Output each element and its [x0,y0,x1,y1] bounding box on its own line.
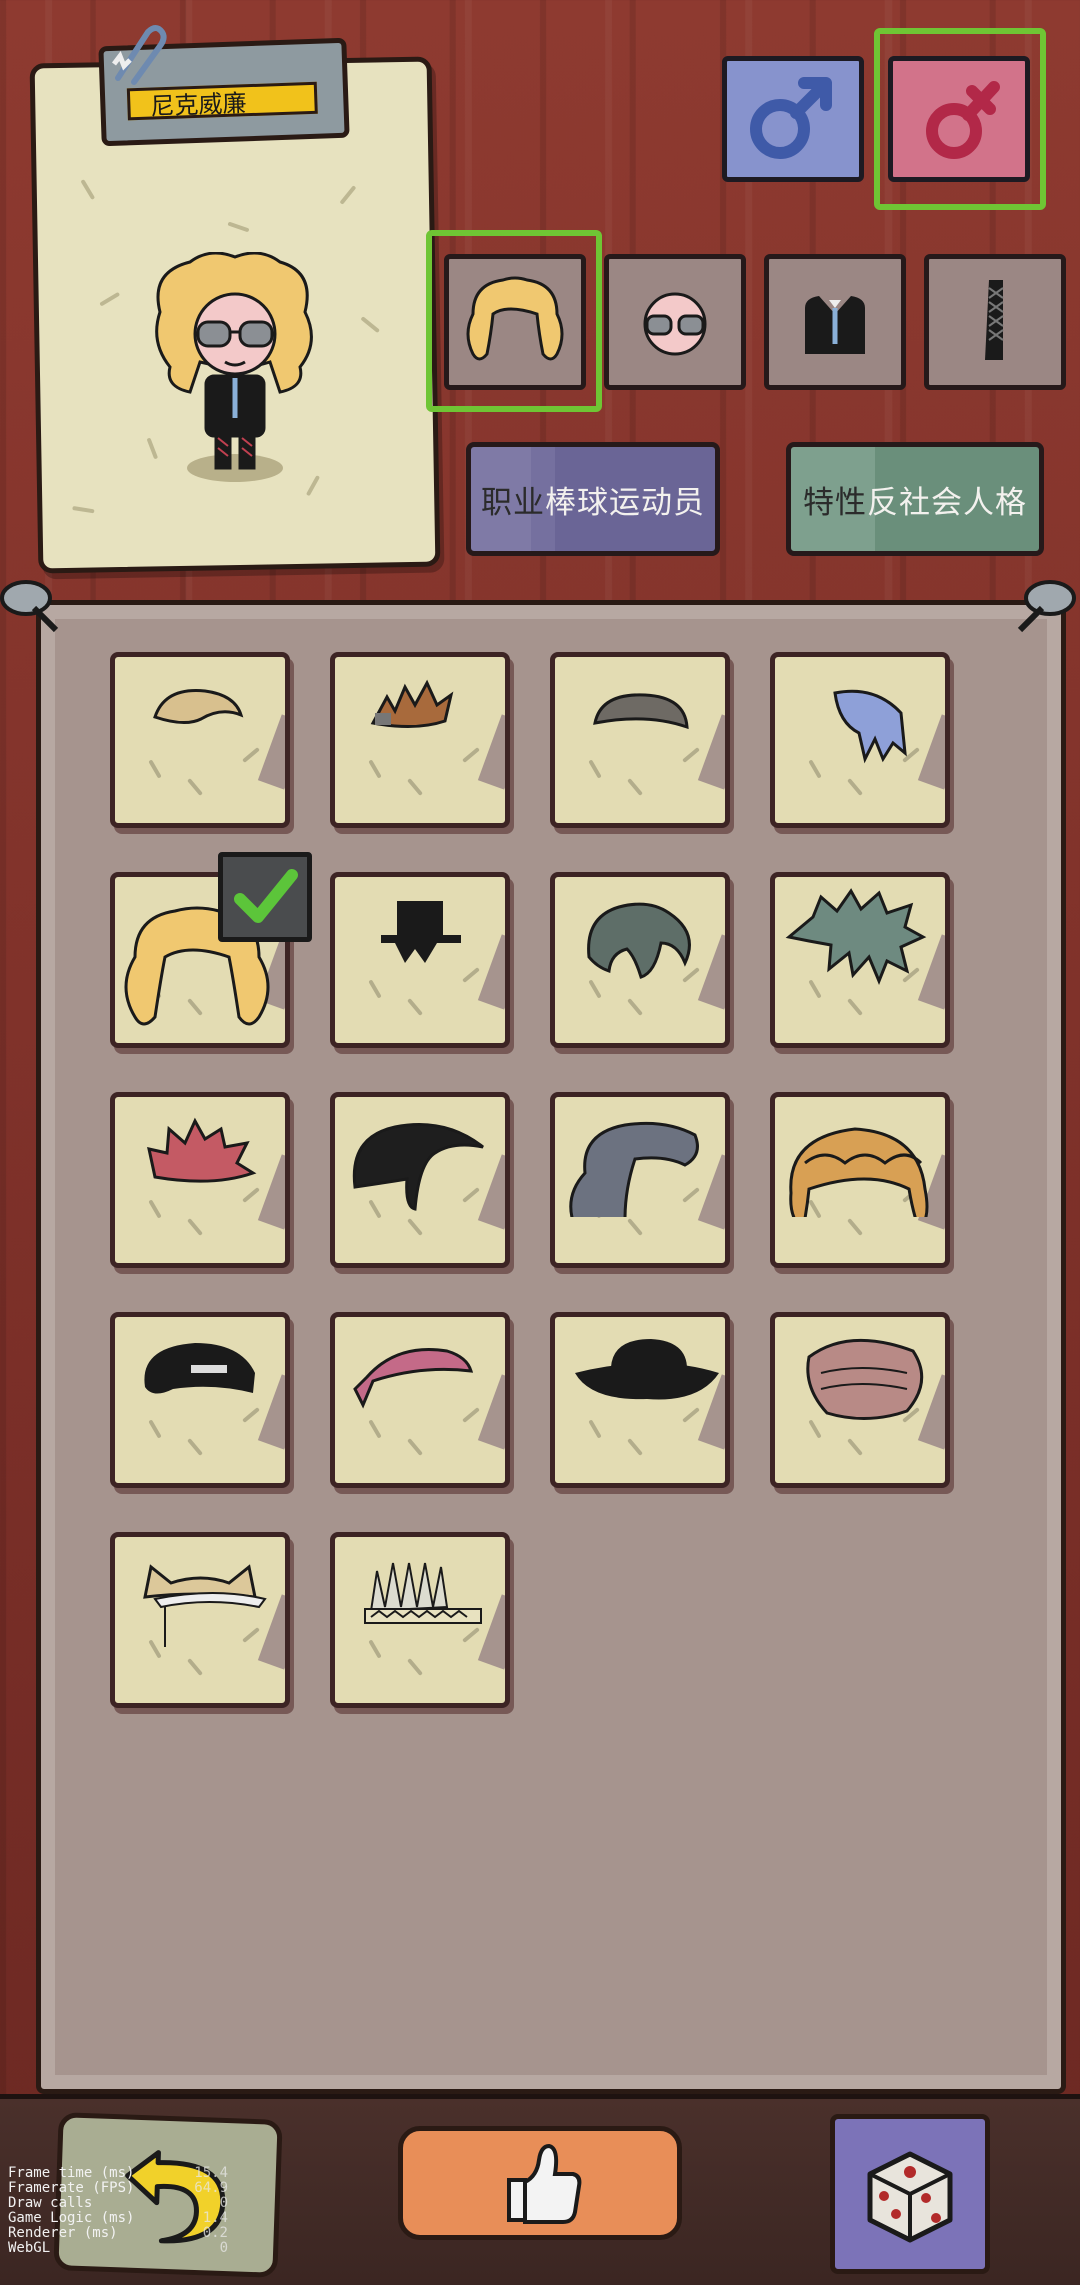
hair-item-blonde-swept-hair[interactable] [110,652,290,828]
hair-item-golden-braided-hair[interactable] [770,1092,950,1268]
blonde-curly-hair-icon [466,276,564,361]
hair-item-grey-wavy-hair[interactable] [550,1092,730,1268]
debug-label: Framerate (FPS) [8,2180,135,2196]
blue-long-bangs-hair-icon [833,689,907,764]
debug-value: 0.2 [202,2225,228,2241]
debug-label: Frame time (ms) [8,2165,135,2181]
debug-label: WebGL [8,2240,51,2256]
profession-tag: 职业 棒球运动员 [466,442,720,556]
hair-item-grey-green-messy-hair[interactable] [550,872,730,1048]
black-top-hat-small-icon [381,901,461,963]
debug-label: Renderer (ms) [8,2225,118,2241]
debug-label: Draw calls [8,2195,93,2211]
tab-legs[interactable] [924,254,1066,390]
debug-row: Draw calls 0 [8,2196,228,2211]
pushpin-icon [1017,580,1076,633]
golden-braided-hair-icon [789,1127,929,1217]
buzz-cut-hair-icon [593,693,689,730]
debug-row: Frame time (ms) 15.4 [8,2166,228,2181]
grey-green-messy-hair-icon [587,902,691,979]
mauve-wrapped-hair-icon [806,1338,924,1420]
fishnet-leg-icon [985,280,1004,360]
debug-value: 64.9 [194,2180,228,2196]
hair-item-brown-spiky-hair[interactable] [330,652,510,828]
hair-item-pink-bandana[interactable] [330,1312,510,1488]
debug-value: 1.4 [202,2210,228,2226]
pink-bandana-icon [353,1347,474,1409]
hair-item-blue-long-bangs-hair[interactable] [770,652,950,828]
dark-green-spiky-hair-icon [785,888,927,985]
face-with-sunglasses-icon [643,292,707,356]
character-avatar [155,252,313,482]
debug-value: 0 [219,2240,228,2256]
black-backwards-cap-icon [144,1343,255,1394]
random-button[interactable] [830,2114,990,2274]
debug-row: Game Logic (ms) 1.4 [8,2211,228,2226]
trait-tag: 特性 反社会人格 [786,442,1044,556]
hair-item-black-top-hat-small[interactable] [330,872,510,1048]
debug-value: 0 [219,2195,228,2211]
male-gender-button[interactable] [722,56,864,182]
tab-hair[interactable] [444,254,586,390]
hair-item-black-bowler-hat[interactable] [550,1312,730,1488]
hair-item-black-slick-hair[interactable] [330,1092,510,1268]
profession-value: 棒球运动员 [545,484,705,521]
selected-checkmark [218,852,312,942]
dice-icon [867,2151,953,2243]
debug-value: 15.4 [194,2165,228,2181]
pushpin-icon [0,580,59,633]
black-bowler-hat-icon [575,1339,719,1400]
checkmark-icon [234,869,298,923]
profession-label: 职业 [481,484,545,521]
thumbs-up-icon [507,2143,582,2224]
paperclip-icon [112,25,167,85]
blonde-swept-hair-icon [153,689,244,724]
confirm-button[interactable] [398,2126,682,2240]
debug-label: Game Logic (ms) [8,2210,135,2226]
suit-jacket-icon [805,296,865,354]
debug-overlay: Frame time (ms) 15.4 Framerate (FPS) 64.9 Dr… [8,2166,228,2256]
tab-face[interactable] [604,254,746,390]
debug-row: Framerate (FPS) 64.9 [8,2181,228,2196]
hair-item-mauve-wrapped-hair[interactable] [770,1312,950,1488]
hair-item-feather-headdress[interactable] [330,1532,510,1708]
hair-item-red-spiky-hair[interactable] [110,1092,290,1268]
grey-wavy-hair-icon [569,1121,699,1217]
red-spiky-hair-icon [147,1117,257,1183]
hair-item-cat-ear-headband[interactable] [110,1532,290,1708]
tab-outfit[interactable] [764,254,906,390]
hair-item-buzz-cut-hair[interactable] [550,652,730,828]
cat-ear-headband-icon [143,1564,267,1647]
black-slick-hair-icon [352,1123,484,1211]
venus-icon [926,81,1000,159]
trait-value: 反社会人格 [867,484,1027,521]
debug-row: Renderer (ms) 0.2 [8,2226,228,2241]
hair-item-black-backwards-cap[interactable] [110,1312,290,1488]
female-gender-button[interactable] [888,56,1030,182]
trait-label: 特性 [803,484,867,521]
debug-row: WebGL 0 [8,2241,228,2256]
hair-item-dark-green-spiky-hair[interactable] [770,872,950,1048]
feather-headdress-icon [364,1562,482,1624]
mars-icon [750,77,832,159]
brown-spiky-hair-icon [370,679,454,729]
